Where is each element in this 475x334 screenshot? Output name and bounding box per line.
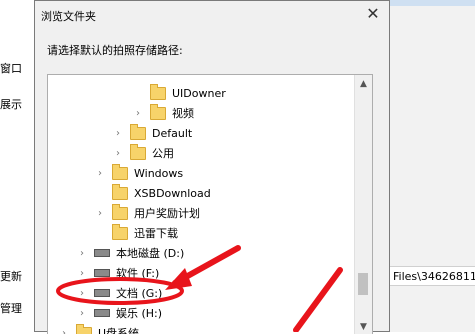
annotation-overlay <box>0 0 475 332</box>
arrow-shaft <box>296 270 340 330</box>
highlight-ellipse <box>58 279 182 303</box>
arrow-head <box>165 268 192 290</box>
